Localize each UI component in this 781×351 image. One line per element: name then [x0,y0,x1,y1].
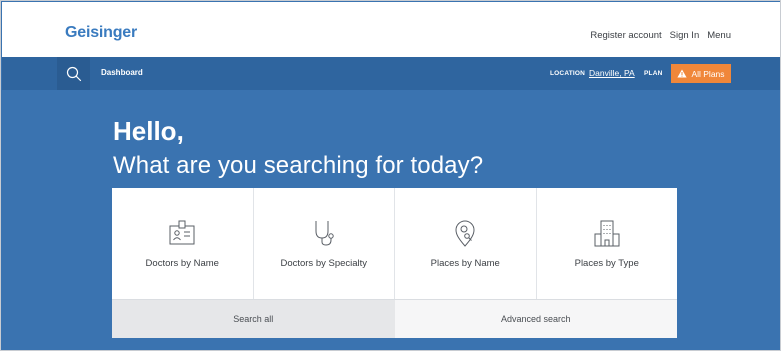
nav-bar: Dashboard LOCATION Danville, PA PLAN All… [2,57,780,90]
search-question: What are you searching for today? [113,152,484,179]
doctors-by-specialty-label: Doctors by Specialty [280,258,368,269]
building-icon [594,220,620,247]
search-cards: Doctors by Name Doctors by Specialty Pla… [112,188,677,299]
search-all-button[interactable]: Search all [112,300,395,338]
register-account-link[interactable]: Register account [590,30,661,41]
sign-in-link[interactable]: Sign In [670,30,700,41]
search-icon [66,66,81,81]
places-by-name-label: Places by Name [430,258,500,269]
dashboard-link[interactable]: Dashboard [101,68,143,77]
stethoscope-icon [315,221,334,246]
geisinger-logo[interactable]: Geisinger [65,24,137,42]
search-button[interactable] [57,57,90,90]
search-options-panel: Doctors by Name Doctors by Specialty Pla… [112,188,677,338]
places-by-name-card[interactable]: Places by Name [395,188,537,299]
menu-link[interactable]: Menu [707,30,731,41]
location-selector[interactable]: Danville, PA [589,68,635,78]
advanced-search-button[interactable]: Advanced search [394,300,677,338]
location-label: LOCATION [550,70,586,77]
places-by-type-card[interactable]: Places by Type [537,188,678,299]
doctors-by-name-card[interactable]: Doctors by Name [112,188,254,299]
warning-icon [677,69,688,78]
top-header: Geisinger Register account Sign In Menu [2,2,780,57]
places-by-type-label: Places by Type [574,258,639,269]
app-frame: Geisinger Register account Sign In Menu … [0,0,781,351]
location-search-icon [455,220,475,247]
id-badge-icon [169,220,195,245]
header-links: Register account Sign In Menu [590,30,731,41]
doctors-by-name-label: Doctors by Name [145,258,219,269]
all-plans-button[interactable]: All Plans [671,64,731,83]
greeting-heading: Hello, [113,116,184,146]
search-actions: Search all Advanced search [112,299,677,338]
plan-label: PLAN [644,70,663,77]
doctors-by-specialty-card[interactable]: Doctors by Specialty [254,188,395,299]
all-plans-label: All Plans [691,68,725,79]
